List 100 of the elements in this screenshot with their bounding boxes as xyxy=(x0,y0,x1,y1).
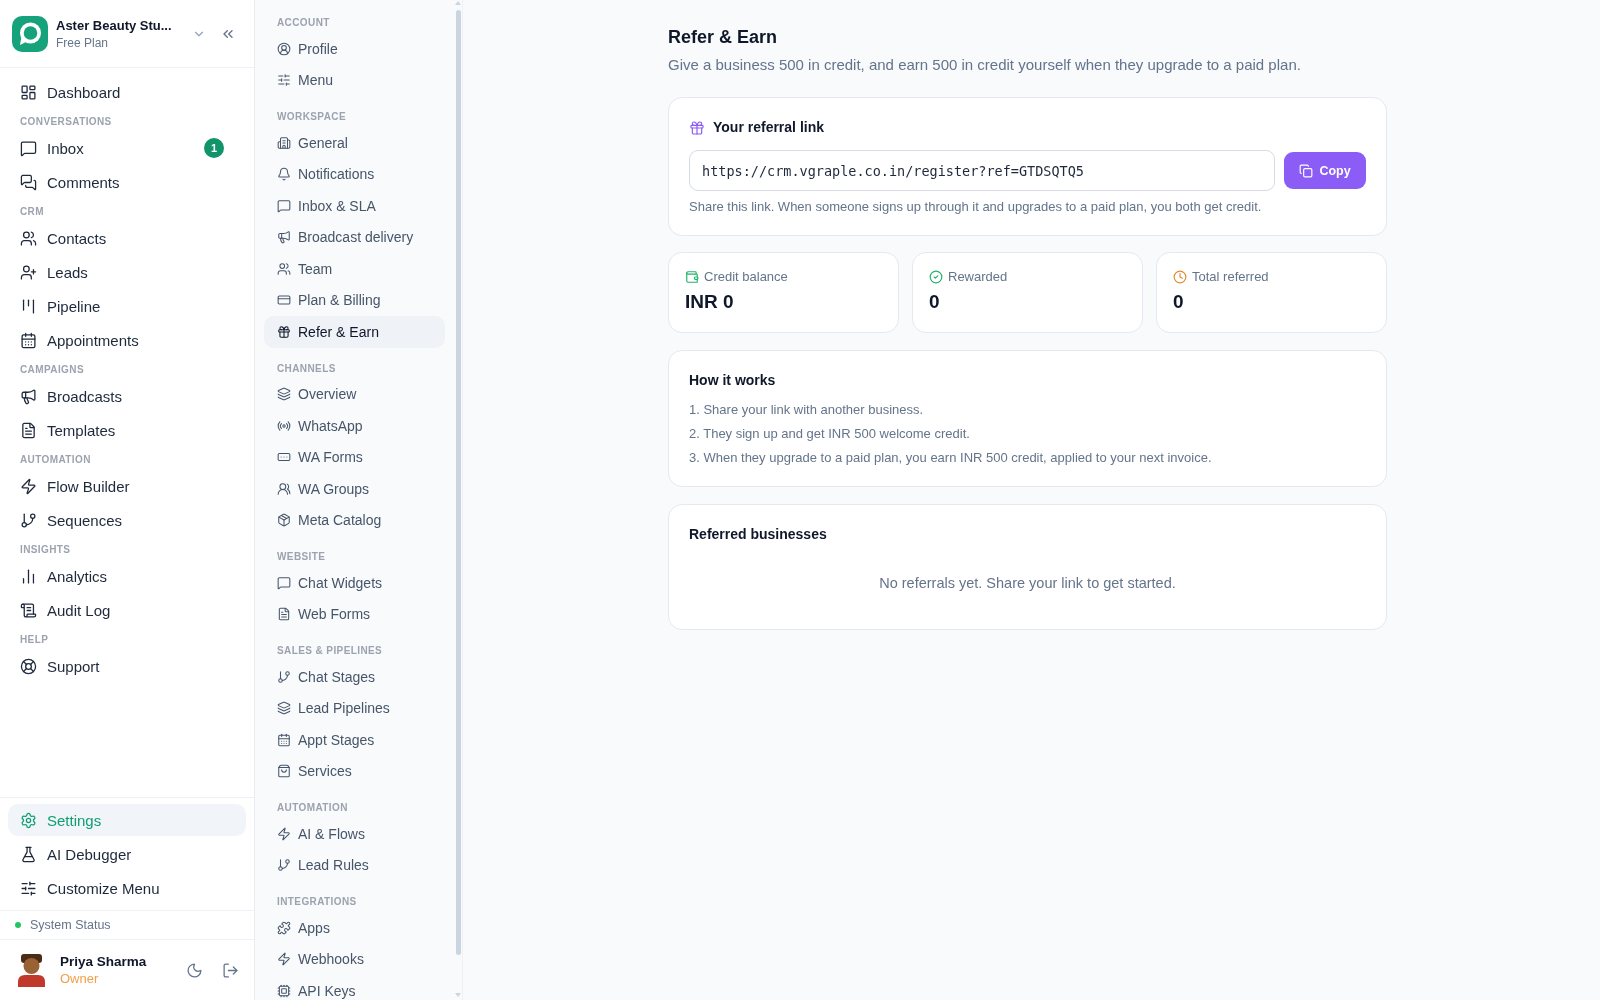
unread-count-badge: 1 xyxy=(204,138,224,158)
moon-icon[interactable] xyxy=(186,961,203,979)
section-heading: WEBSITE xyxy=(277,551,326,563)
settings-menu-item[interactable]: General xyxy=(264,127,445,159)
wallet-icon xyxy=(685,269,699,284)
settings-menu-item[interactable]: Webhooks xyxy=(264,943,445,975)
page-title: Refer & Earn xyxy=(668,26,778,49)
nav-item[interactable]: Contacts xyxy=(8,222,246,254)
nav-item[interactable]: AI Debugger xyxy=(8,838,246,870)
nav-item[interactable]: Dashboard xyxy=(8,76,246,108)
nav-item[interactable]: Leads xyxy=(8,256,246,288)
bell-icon xyxy=(277,167,291,182)
step-text: 2. They sign up and get INR 500 welcome credit. xyxy=(689,425,970,443)
nav-item[interactable]: Appointments xyxy=(8,324,246,356)
bag-icon xyxy=(277,764,291,779)
settings-menu-item[interactable]: Chat Stages xyxy=(264,661,445,693)
settings-menu-item[interactable]: Menu xyxy=(264,64,445,96)
chip-icon xyxy=(277,983,291,998)
document-icon xyxy=(20,421,37,439)
nav-item[interactable]: Customize Menu xyxy=(8,872,246,904)
step-text: 3. When they upgrade to a paid plan, you earn INR 500 credit, applied to your next invoice. xyxy=(689,449,1212,467)
settings-menu-item[interactable]: Plan & Billing xyxy=(264,284,445,316)
settings-menu-item[interactable]: Services xyxy=(264,755,445,787)
nav-item[interactable]: Sequences xyxy=(8,504,246,536)
stat-value: 0 xyxy=(929,290,940,314)
settings-menu-item[interactable]: WA Forms xyxy=(264,441,445,473)
settings-menu-item[interactable]: WhatsApp xyxy=(264,410,445,442)
settings-menu-item[interactable]: Profile xyxy=(264,33,445,65)
settings-menu-item[interactable]: Overview xyxy=(264,378,445,410)
avatar-silhouette-icon xyxy=(18,953,45,987)
package-icon xyxy=(277,513,291,528)
settings-menu-item[interactable]: AI & Flows xyxy=(264,818,445,850)
copy-button[interactable]: Copy xyxy=(1284,152,1366,189)
scrollbar-thumb[interactable] xyxy=(456,10,461,955)
people-icon xyxy=(277,481,291,496)
settings-menu-item[interactable]: Team xyxy=(264,253,445,285)
stat-value: INR 0 xyxy=(685,290,734,314)
settings-menu-item[interactable]: Apps xyxy=(264,912,445,944)
card-title: Your referral link xyxy=(713,118,824,137)
step-text: 1. Share your link with another business. xyxy=(689,401,924,419)
scroll-down-arrow-icon[interactable] xyxy=(455,993,461,997)
plan-label: Free Plan xyxy=(56,35,109,51)
stat-value: 0 xyxy=(1173,290,1184,314)
settings-menu-item[interactable]: WA Groups xyxy=(264,473,445,505)
clock-icon xyxy=(1173,269,1187,284)
settings-menu-item[interactable]: Appt Stages xyxy=(264,724,445,756)
gift-icon xyxy=(689,119,705,136)
settings-menu-item[interactable]: API Keys xyxy=(264,975,445,1000)
nav-item[interactable]: Comments xyxy=(8,166,246,198)
nav-item[interactable]: Analytics xyxy=(8,560,246,592)
sliders-icon xyxy=(20,879,37,897)
settings-menu-item[interactable]: Inbox & SLA xyxy=(264,190,445,222)
user-role: Owner xyxy=(60,971,99,987)
section-heading: INSIGHTS xyxy=(20,544,71,556)
chat-bubble-logo-icon xyxy=(12,15,48,52)
settings-menu-item[interactable]: Lead Rules xyxy=(264,849,445,881)
gift-icon xyxy=(277,324,291,339)
flask-icon xyxy=(20,845,37,863)
lightning-icon xyxy=(20,477,37,495)
settings-menu-item[interactable]: Broadcast delivery xyxy=(264,221,445,253)
chat-bubble-icon xyxy=(277,198,291,213)
stat-label: Credit balance xyxy=(704,269,788,284)
logout-icon[interactable] xyxy=(222,961,239,979)
scroll-up-arrow-icon[interactable] xyxy=(455,1,461,5)
settings-menu-item[interactable]: Notifications xyxy=(264,158,445,190)
card-title: Referred businesses xyxy=(689,525,827,544)
people-icon xyxy=(277,261,291,276)
system-status-label: System Status xyxy=(30,918,111,932)
branch-icon xyxy=(277,858,291,873)
vertical-bars-icon xyxy=(20,297,37,315)
chat-bubbles-icon xyxy=(20,173,37,191)
settings-menu-item[interactable]: Chat Widgets xyxy=(264,567,445,599)
person-plus-icon xyxy=(20,263,37,281)
nav-item[interactable]: Broadcasts xyxy=(8,380,246,412)
nav-item[interactable]: Support xyxy=(8,650,246,682)
nav-item[interactable]: Pipeline xyxy=(8,290,246,322)
sliders-icon xyxy=(277,73,291,88)
section-heading: AUTOMATION xyxy=(277,802,348,814)
megaphone-icon xyxy=(20,387,37,405)
nav-item[interactable]: Templates xyxy=(8,414,246,446)
section-heading: ACCOUNT xyxy=(277,17,330,29)
megaphone-icon xyxy=(277,230,291,245)
copy-icon xyxy=(1299,163,1314,178)
settings-menu-item[interactable]: Refer & Earn xyxy=(264,316,445,348)
nav-item[interactable]: Inbox 1 xyxy=(8,132,246,164)
stat-label: Rewarded xyxy=(948,269,1008,284)
empty-state-message: No referrals yet. Share your link to get started. xyxy=(879,574,1176,593)
nav-item[interactable]: Audit Log xyxy=(8,594,246,626)
scroll-icon xyxy=(20,601,37,619)
bar-chart-icon xyxy=(20,567,37,585)
referral-link-field[interactable]: https://crm.vgraple.co.in/register?ref=GTDSQTQ5 xyxy=(689,150,1275,191)
section-heading: INTEGRATIONS xyxy=(277,896,357,908)
settings-menu-item[interactable]: Web Forms xyxy=(264,598,445,630)
page-subtitle: Give a business 500 in credit, and earn 500 in credit yourself when they upgrade to a paid plan. xyxy=(668,55,1301,75)
settings-menu-item[interactable]: Meta Catalog xyxy=(264,504,445,536)
broadcast-signal-icon xyxy=(277,418,291,433)
layers-icon xyxy=(277,387,291,402)
settings-menu-item[interactable]: Lead Pipelines xyxy=(264,692,445,724)
people-icon xyxy=(20,229,37,247)
nav-item[interactable]: Flow Builder xyxy=(8,470,246,502)
